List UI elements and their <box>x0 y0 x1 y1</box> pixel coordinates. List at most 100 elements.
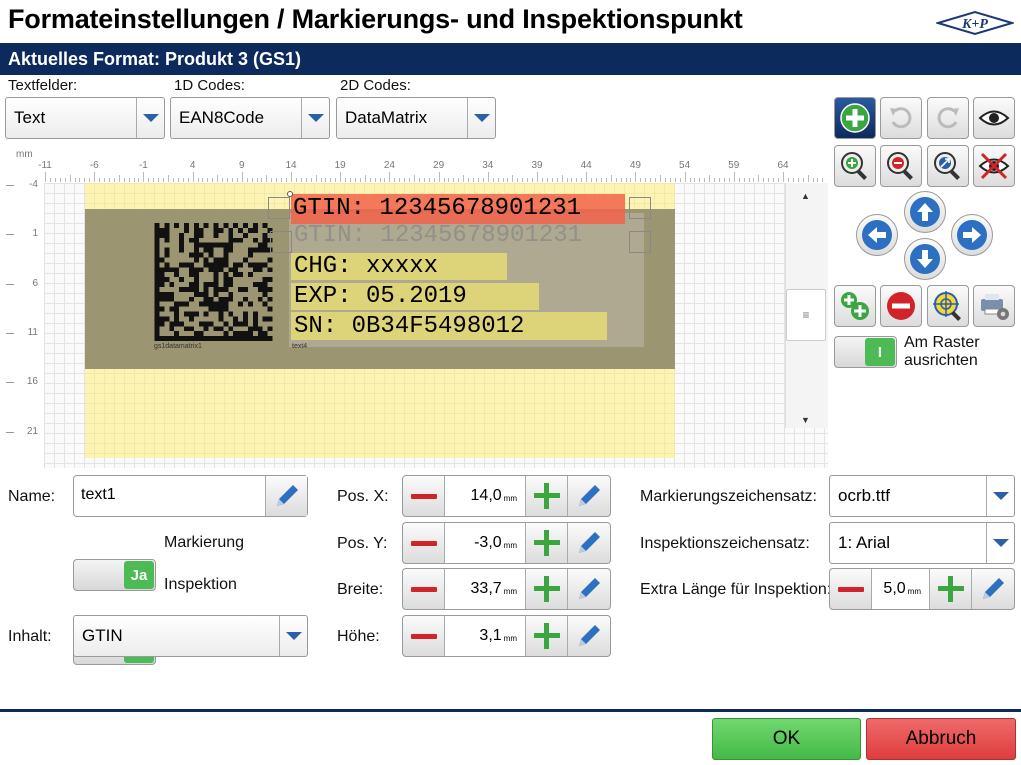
ruler-x-tick <box>694 178 696 182</box>
printer-settings-button[interactable] <box>973 285 1015 327</box>
ruler-x-tick <box>286 178 288 182</box>
ruler-x-tick <box>399 178 401 182</box>
ruler-x-tick <box>374 178 376 182</box>
height-label: Höhe: <box>337 628 380 645</box>
edit-button[interactable] <box>568 569 610 609</box>
ruler-x-tick <box>674 178 676 182</box>
ruler-x-tick <box>89 178 91 182</box>
minus-icon <box>410 586 437 592</box>
duplicate-button[interactable] <box>834 285 876 327</box>
cancel-button[interactable]: Abbruch <box>866 718 1016 760</box>
ruler-x-tick <box>600 178 602 182</box>
ruler-y-tick <box>6 234 14 236</box>
textfields-dropdown[interactable]: Text <box>5 97 165 139</box>
ruler-x-tick <box>428 178 430 182</box>
minus-icon <box>837 586 864 592</box>
decrement-button[interactable] <box>403 523 445 563</box>
preview-button[interactable] <box>973 97 1015 139</box>
edit-button[interactable] <box>568 476 610 516</box>
inspection-font-label: Inspektionszeichensatz: <box>640 535 810 552</box>
add-element-button[interactable] <box>834 97 876 139</box>
ruler-x-tick-label: -1 <box>138 160 148 171</box>
edit-button[interactable] <box>568 616 610 656</box>
width-stepper[interactable]: 33,7 mm <box>402 568 611 610</box>
width-value[interactable]: 33,7 mm <box>445 569 526 609</box>
resize-handle[interactable] <box>270 231 292 253</box>
decrement-button[interactable] <box>403 616 445 656</box>
decrement-button[interactable] <box>403 476 445 516</box>
resize-handle[interactable] <box>629 231 651 253</box>
ruler-x-tick <box>463 175 465 182</box>
height-stepper[interactable]: 3,1 mm <box>402 615 611 657</box>
zoom-fit-button[interactable] <box>927 145 969 187</box>
ruler-x-tick-label: -6 <box>89 160 99 171</box>
ruler-y-tick <box>6 431 14 433</box>
ruler-x-tick <box>492 178 494 182</box>
pos-x-stepper[interactable]: 14,0 mm <box>402 475 611 517</box>
move-down-button[interactable] <box>904 238 946 280</box>
ruler-x-tick <box>778 178 780 182</box>
extra-length-value[interactable]: 5,0 mm <box>872 569 930 609</box>
ruler-x-tick <box>74 178 76 182</box>
inspection-font-dropdown[interactable]: 1: Arial <box>829 522 1015 564</box>
increment-button[interactable] <box>526 616 568 656</box>
redo-button[interactable] <box>927 97 969 139</box>
decrement-button[interactable] <box>830 569 872 609</box>
move-left-button[interactable] <box>856 214 898 256</box>
decrement-button[interactable] <box>403 569 445 609</box>
ok-button[interactable]: OK <box>712 718 861 760</box>
horizontal-ruler: -11 -6 -1 4 9 14 19 24 29 34 39 44 49 54 59 64 <box>0 160 830 182</box>
ruler-x-tick <box>783 172 784 182</box>
edit-button[interactable] <box>972 569 1014 609</box>
ruler-x-tick <box>763 178 765 182</box>
target-zoom-button[interactable] <box>927 285 969 327</box>
codes2d-dropdown[interactable]: DataMatrix <box>336 97 496 139</box>
ruler-x-tick-label: 54 <box>679 160 691 171</box>
increment-button[interactable] <box>526 569 568 609</box>
ruler-x-tick <box>276 178 278 182</box>
label-preview-canvas[interactable]: gs1datamatrix1 text4 GTIN: 1234567890123… <box>44 183 828 468</box>
scroll-down-icon[interactable]: ▼ <box>801 415 810 425</box>
marking-toggle[interactable]: Ja <box>73 559 156 591</box>
extra-length-stepper[interactable]: 5,0 mm <box>829 568 1015 610</box>
align-grid-toggle[interactable]: I <box>834 336 897 368</box>
pos-y-stepper[interactable]: -3,0 mm <box>402 522 611 564</box>
increment-button[interactable] <box>526 476 568 516</box>
ruler-x-tick <box>679 178 681 182</box>
move-up-button[interactable] <box>904 191 946 233</box>
remove-button[interactable] <box>880 285 922 327</box>
marking-font-dropdown[interactable]: ocrb.ttf <box>829 475 1015 517</box>
hide-button[interactable] <box>973 145 1015 187</box>
pos-y-value[interactable]: -3,0 mm <box>445 523 526 563</box>
ruler-x-tick <box>291 172 292 182</box>
edit-button[interactable] <box>568 523 610 563</box>
ruler-x-tick <box>768 178 770 182</box>
scroll-up-icon[interactable]: ▲ <box>801 191 810 201</box>
unit-label: mm <box>503 633 517 643</box>
add-copy-icon <box>841 292 869 320</box>
ruler-x-tick <box>792 178 794 182</box>
content-dropdown[interactable]: GTIN <box>73 615 308 657</box>
increment-button[interactable] <box>930 569 972 609</box>
page-title: Formateinstellungen / Markierungs- und I… <box>8 4 743 34</box>
minus-icon <box>410 540 437 546</box>
height-value[interactable]: 3,1 mm <box>445 616 526 656</box>
content-label: Inhalt: <box>8 628 52 645</box>
pos-x-value[interactable]: 14,0 mm <box>445 476 526 516</box>
ruler-x-tick <box>177 178 179 182</box>
pencil-icon <box>276 485 298 506</box>
gtin-marker[interactable]: GTIN: 12345678901231 <box>291 194 625 224</box>
resize-handle[interactable] <box>268 197 290 219</box>
codes1d-dropdown[interactable]: EAN8Code <box>170 97 330 139</box>
resize-handle[interactable] <box>629 197 651 219</box>
anchor-point[interactable] <box>287 191 293 197</box>
ruler-x-tick <box>650 178 652 182</box>
move-right-button[interactable] <box>951 214 993 256</box>
edit-name-button[interactable] <box>265 476 307 516</box>
name-field[interactable]: text1 <box>73 475 308 517</box>
zoom-in-button[interactable] <box>834 145 876 187</box>
zoom-out-button[interactable] <box>880 145 922 187</box>
increment-button[interactable] <box>526 523 568 563</box>
undo-button[interactable] <box>880 97 922 139</box>
scroll-thumb[interactable]: ≡ <box>786 289 826 341</box>
